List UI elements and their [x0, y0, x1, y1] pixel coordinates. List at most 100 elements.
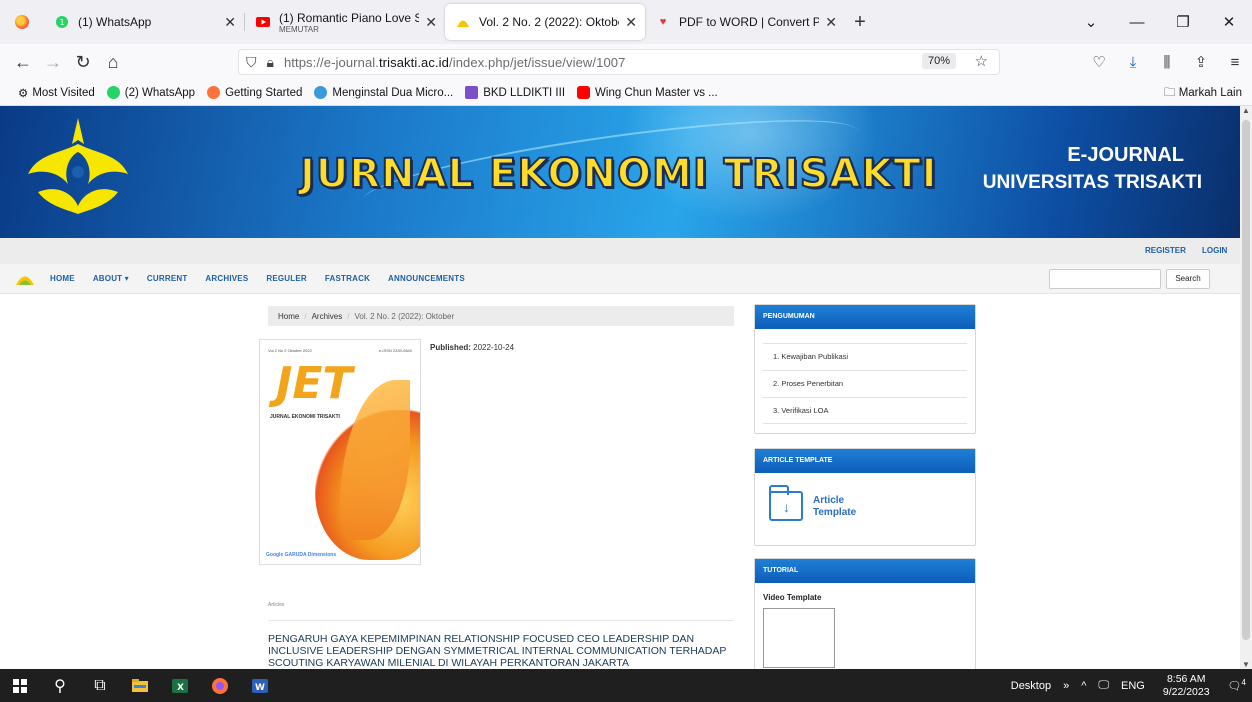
task-view-icon[interactable]: ⧉ [80, 669, 120, 702]
input-language[interactable]: ENG [1121, 680, 1145, 692]
bookmark-getting-started[interactable]: Getting Started [207, 86, 302, 99]
article-template-link[interactable]: ↓ Article Template [755, 473, 975, 545]
nav-reguler[interactable]: REGULER [266, 274, 307, 283]
tutorial-header: TUTORIAL [755, 559, 975, 583]
firefox-icon[interactable] [200, 669, 240, 702]
trisakti-home-icon[interactable] [14, 272, 36, 286]
notification-center-icon[interactable]: 🗨︎4 [1228, 678, 1246, 693]
bookmark-wing-chun[interactable]: Wing Chun Master vs ... [577, 86, 718, 99]
journal-banner: JURNAL EKONOMI TRISAKTI E-JOURNAL UNIVER… [0, 106, 1240, 238]
show-hidden-icons-icon[interactable]: ^ [1081, 680, 1086, 692]
article-template-label: Article Template [813, 495, 857, 518]
tab-youtube[interactable]: (1) Romantic Piano Love SongsMEMUTAR ✕ [245, 4, 445, 40]
bookmark-menginstal[interactable]: Menginstal Dua Micro... [314, 86, 453, 99]
search-button[interactable]: Search [1166, 269, 1210, 289]
register-link[interactable]: REGISTER [1145, 246, 1186, 255]
new-tab-button[interactable]: + [845, 11, 875, 34]
word-icon[interactable]: W [240, 669, 280, 702]
gear-icon: ⚙ [18, 87, 29, 100]
heart-pdf-icon: ♥ [659, 16, 667, 28]
scrollbar-thumb[interactable] [1242, 120, 1250, 640]
system-tray: Desktop » ^ 🖵︎ ENG 8:56 AM 9/22/2023 🗨︎4 [1005, 669, 1252, 702]
firefox-icon [207, 86, 221, 99]
tab-close-icon[interactable]: ✕ [825, 14, 837, 31]
close-window-button[interactable]: ✕ [1206, 13, 1252, 31]
menu-icon[interactable]: ≡ [1218, 54, 1252, 71]
pengumuman-header: PENGUMUMAN [755, 305, 975, 329]
firefox-menu-icon[interactable] [0, 0, 44, 44]
home-button[interactable]: ⌂ [100, 52, 126, 73]
whatsapp-icon [106, 86, 120, 99]
article-title-link[interactable]: PENGARUH GAYA KEPEMIMPINAN RELATIONSHIP … [268, 633, 734, 669]
nav-current[interactable]: CURRENT [147, 274, 188, 283]
downloads-icon[interactable]: ⤓ [1116, 54, 1150, 71]
tab-whatsapp[interactable]: 1 (1) WhatsApp ✕ [44, 4, 244, 40]
windows-start-icon[interactable] [0, 669, 40, 702]
published-date: Published: 2022-10-24 [430, 343, 514, 352]
excel-icon[interactable]: X [160, 669, 200, 702]
bookmark-bkd-lldikti[interactable]: BKD LLDIKTI III [465, 86, 565, 99]
pocket-icon[interactable]: ♡ [1082, 53, 1116, 71]
pengumuman-item[interactable]: 2. Proses Penerbitan [763, 370, 967, 397]
nav-announcements[interactable]: ANNOUNCEMENTS [388, 274, 465, 283]
scroll-up-icon[interactable]: ▲ [1240, 106, 1252, 115]
url-prefix: https://e-journal. [283, 54, 379, 70]
minimize-button[interactable]: — [1114, 14, 1160, 31]
reload-button[interactable]: ↻ [70, 52, 96, 73]
network-icon[interactable]: 🖵︎ [1098, 679, 1109, 692]
url-text[interactable]: https://e-journal.trisakti.ac.id/index.p… [284, 55, 626, 70]
bookmark-whatsapp[interactable]: (2) WhatsApp [106, 86, 195, 99]
back-button[interactable]: ← [10, 52, 36, 73]
issue-cover-image[interactable]: Vol 2 No 2 Oktober 2022 e-ISSN 2339-0840… [259, 339, 421, 565]
bookmark-star-icon[interactable]: ☆ [975, 52, 988, 70]
toolbar-overflow-icon[interactable]: » [1063, 680, 1069, 692]
nav-archives[interactable]: ARCHIVES [205, 274, 248, 283]
url-domain: trisakti.ac.id [378, 54, 449, 70]
scroll-down-icon[interactable]: ▼ [1240, 660, 1252, 669]
address-bar[interactable]: ⛉ 🔒︎ https://e-journal.trisakti.ac.id/in… [238, 49, 1000, 75]
tab-jurnal-active[interactable]: Vol. 2 No. 2 (2022): Oktober | Jur ✕ [445, 4, 645, 40]
login-link[interactable]: LOGIN [1202, 246, 1227, 255]
toolbar-right: ♡ ⤓ ⫼ ⇪ ≡ [1082, 44, 1252, 80]
search-input[interactable] [1049, 269, 1161, 289]
other-bookmarks[interactable]: 🗀︎ Markah Lain [1164, 85, 1242, 104]
library-icon[interactable]: ⫼ [1150, 54, 1184, 71]
pengumuman-item[interactable]: 3. Verifikasi LOA [763, 397, 967, 424]
page-scrollbar[interactable]: ▲ ▼ [1240, 106, 1252, 669]
video-embed[interactable] [763, 608, 835, 668]
svg-text:1: 1 [59, 18, 64, 27]
share-icon[interactable]: ⇪ [1184, 53, 1218, 71]
tab-audio-status: MEMUTAR [279, 24, 319, 34]
nav-about[interactable]: ABOUT ▾ [93, 274, 129, 283]
list-all-tabs-icon[interactable]: ⌄ [1068, 13, 1114, 31]
tab-close-icon[interactable]: ✕ [425, 14, 437, 31]
breadcrumb-current: Vol. 2 No. 2 (2022): Oktober [354, 312, 455, 321]
notification-count-badge: 4 [1241, 678, 1246, 688]
tab-close-icon[interactable]: ✕ [224, 14, 236, 31]
browser-tab-bar: 1 (1) WhatsApp ✕ (1) Romantic Piano Love… [0, 0, 1252, 44]
restore-button[interactable]: ❐ [1160, 13, 1206, 31]
lock-icon[interactable]: 🔒︎ [267, 54, 274, 71]
forward-button[interactable]: → [40, 52, 66, 73]
desktop-toolbar[interactable]: Desktop [1011, 680, 1051, 692]
zoom-level-button[interactable]: 70% [921, 53, 956, 69]
pengumuman-list: 1. Kewajiban Publikasi 2. Proses Penerbi… [755, 329, 975, 424]
system-clock[interactable]: 8:56 AM 9/22/2023 [1163, 673, 1210, 699]
breadcrumb-home[interactable]: Home [278, 312, 299, 321]
nav-fastrack[interactable]: FASTRACK [325, 274, 370, 283]
windows-taskbar: ⚲ ⧉ X W Desktop » ^ 🖵︎ ENG 8:56 AM 9/22/2… [0, 669, 1252, 702]
search-icon[interactable]: ⚲ [40, 669, 80, 702]
youtube-icon [255, 14, 271, 30]
bookmark-most-visited[interactable]: ⚙ Most Visited [18, 86, 95, 100]
pengumuman-block: PENGUMUMAN 1. Kewajiban Publikasi 2. Pro… [754, 304, 976, 434]
breadcrumb-archives[interactable]: Archives [312, 312, 343, 321]
file-explorer-icon[interactable] [120, 669, 160, 702]
tab-label: (1) Romantic Piano Love SongsMEMUTAR [279, 11, 419, 34]
cover-indexing-logos: Google GARUDA Dimensions [266, 552, 337, 558]
tab-close-icon[interactable]: ✕ [625, 14, 637, 31]
pengumuman-item[interactable]: 1. Kewajiban Publikasi [763, 343, 967, 370]
nav-home[interactable]: HOME [50, 274, 75, 283]
breadcrumb-separator: / [304, 312, 307, 321]
tab-pdf-to-word[interactable]: ♥ PDF to WORD | Convert PDF to ✕ [645, 4, 845, 40]
tracking-protection-icon[interactable]: ⛉ [246, 54, 257, 71]
